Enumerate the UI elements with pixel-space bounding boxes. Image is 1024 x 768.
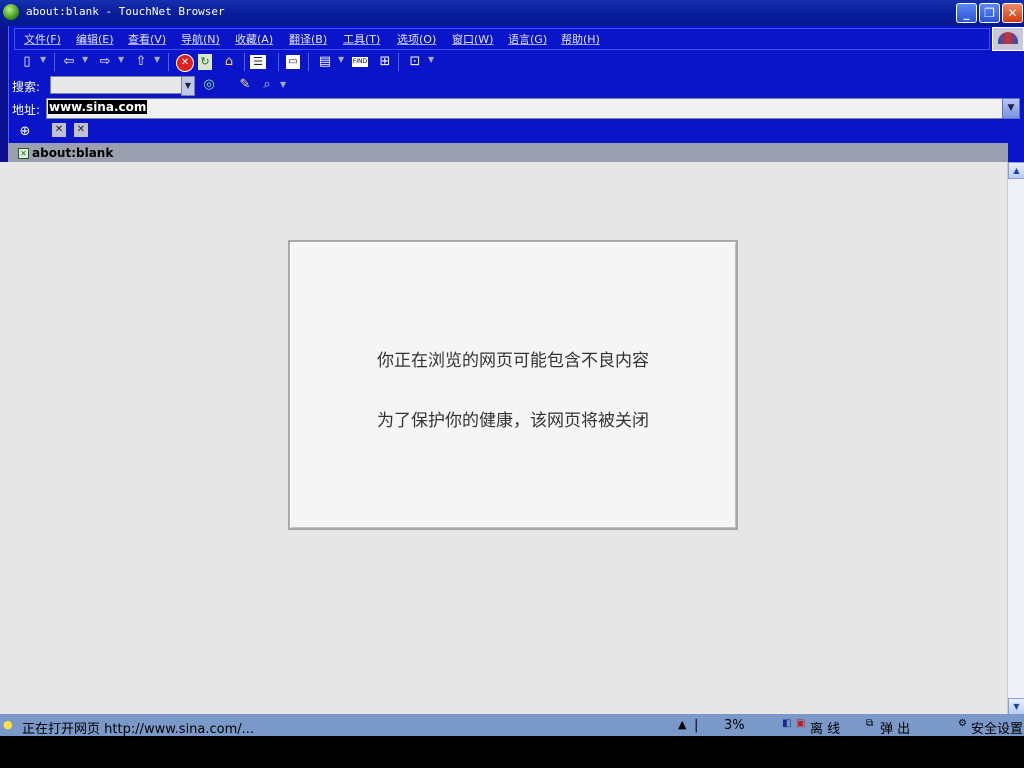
back-arrow-icon[interactable]: ⇦ — [60, 53, 78, 71]
find-icon[interactable]: FIND — [352, 57, 368, 67]
address-input[interactable]: www.sina.com — [48, 100, 148, 114]
toolbar-separator — [308, 53, 309, 71]
page-edit-dropdown-icon[interactable]: ▼ — [338, 55, 344, 64]
status-divider: | — [694, 718, 699, 733]
close-button[interactable]: ✕ — [1002, 3, 1023, 23]
search-options-dropdown-icon[interactable]: ▼ — [280, 80, 286, 89]
window-title: about:blank - TouchNet Browser — [26, 5, 225, 18]
tab-bar — [8, 143, 1008, 162]
stop-icon[interactable]: ✕ — [176, 54, 194, 72]
menu-edit[interactable]: 编辑(E) — [76, 31, 114, 47]
offline-mode[interactable]: 离 线 — [810, 718, 840, 737]
menu-language[interactable]: 语言(G) — [508, 31, 547, 47]
add-tab-icon[interactable]: ⊕ — [16, 123, 34, 141]
refresh-icon[interactable]: ↻ — [198, 54, 212, 70]
forward-arrow-icon[interactable]: ⇨ — [96, 53, 114, 71]
network-icon[interactable]: ⊡ — [406, 53, 424, 71]
warning-message: 你正在浏览的网页可能包含不良内容 — [377, 351, 649, 371]
menu-translate[interactable]: 翻译(B) — [289, 31, 327, 47]
list-view-icon[interactable]: ☰ — [250, 55, 266, 69]
restore-button[interactable]: ❐ — [979, 3, 1000, 23]
status-text: 正在打开网页 http://www.sina.com/... — [22, 722, 255, 737]
close-tab-icon[interactable]: ✕ — [52, 123, 66, 137]
tree-view-icon[interactable]: ⊞ — [376, 53, 394, 71]
search-edit-icon[interactable]: ✎ — [236, 76, 254, 94]
menu-file[interactable]: 文件(F) — [24, 31, 61, 47]
search-options-icon[interactable]: ⌕ — [258, 76, 276, 94]
menu-favorites[interactable]: 收藏(A) — [235, 31, 273, 47]
new-page-dropdown-icon[interactable]: ▼ — [40, 55, 46, 64]
vertical-scrollbar[interactable] — [1007, 162, 1024, 714]
window-icon[interactable]: ▭ — [286, 55, 300, 69]
scroll-down-icon[interactable]: ▼ — [1008, 698, 1024, 715]
up-arrow-icon[interactable]: ⇧ — [132, 53, 150, 71]
new-page-icon[interactable]: ▯ — [18, 53, 36, 71]
home-icon[interactable]: ⌂ — [220, 53, 238, 71]
address-bar[interactable] — [46, 98, 1004, 119]
search-dropdown-icon[interactable]: ▼ — [181, 76, 195, 96]
minimize-button[interactable]: _ — [956, 3, 977, 23]
address-label: 地址: — [12, 103, 41, 117]
popup-icon[interactable]: ⧉ — [866, 718, 873, 729]
toolbar-separator — [168, 53, 169, 71]
lightbulb-icon: ● — [3, 718, 13, 731]
toolbar-separator — [244, 53, 245, 71]
search-input[interactable] — [50, 76, 182, 94]
tab-close-icon[interactable]: ✕ — [18, 148, 29, 159]
security-settings[interactable]: 安全设置 — [971, 718, 1023, 737]
page-edit-icon[interactable]: ▤ — [316, 53, 334, 71]
address-dropdown-icon[interactable]: ▼ — [1002, 98, 1020, 119]
menu-window[interactable]: 窗口(W) — [452, 31, 493, 47]
menu-tools[interactable]: 工具(T) — [343, 31, 380, 47]
network-dropdown-icon[interactable]: ▼ — [428, 55, 434, 64]
brand-logo-icon — [992, 27, 1024, 51]
toolbar-separator — [398, 53, 399, 71]
menu-view[interactable]: 查看(V) — [128, 31, 166, 47]
popup-toggle[interactable]: 弹 出 — [880, 718, 910, 737]
security-icon[interactable]: ⚙ — [958, 718, 967, 729]
back-dropdown-icon[interactable]: ▼ — [82, 55, 88, 64]
toolbar-separator — [278, 53, 279, 71]
menu-help[interactable]: 帮助(H) — [561, 31, 600, 47]
menu-navigate[interactable]: 导航(N) — [181, 31, 220, 47]
forward-dropdown-icon[interactable]: ▼ — [118, 55, 124, 64]
close-all-tabs-icon[interactable]: ✕ — [74, 123, 88, 137]
screen-border — [0, 736, 1024, 768]
up-dropdown-icon[interactable]: ▼ — [154, 55, 160, 64]
offline-icon[interactable]: ◧ — [782, 718, 791, 729]
toolbar-separator — [54, 53, 55, 71]
app-logo-icon[interactable] — [3, 4, 19, 20]
warning-close-notice: 为了保护你的健康，该网页将被关闭 — [377, 411, 649, 431]
progress-percent: 3% — [724, 718, 745, 733]
scroll-up-icon[interactable]: ▲ — [1008, 162, 1024, 179]
tab-about-blank[interactable]: about:blank — [32, 146, 113, 160]
warning-dialog: 你正在浏览的网页可能包含不良内容 为了保护你的健康，该网页将被关闭 — [288, 240, 738, 530]
search-label: 搜索: — [12, 80, 41, 94]
toolbar-grip[interactable] — [0, 26, 9, 162]
menu-options[interactable]: 选项(O) — [397, 31, 436, 47]
offline-status-icon: ▣ — [796, 718, 806, 729]
security-lock-icon[interactable]: ▲ — [678, 718, 686, 731]
search-go-icon[interactable]: ◎ — [200, 76, 218, 94]
